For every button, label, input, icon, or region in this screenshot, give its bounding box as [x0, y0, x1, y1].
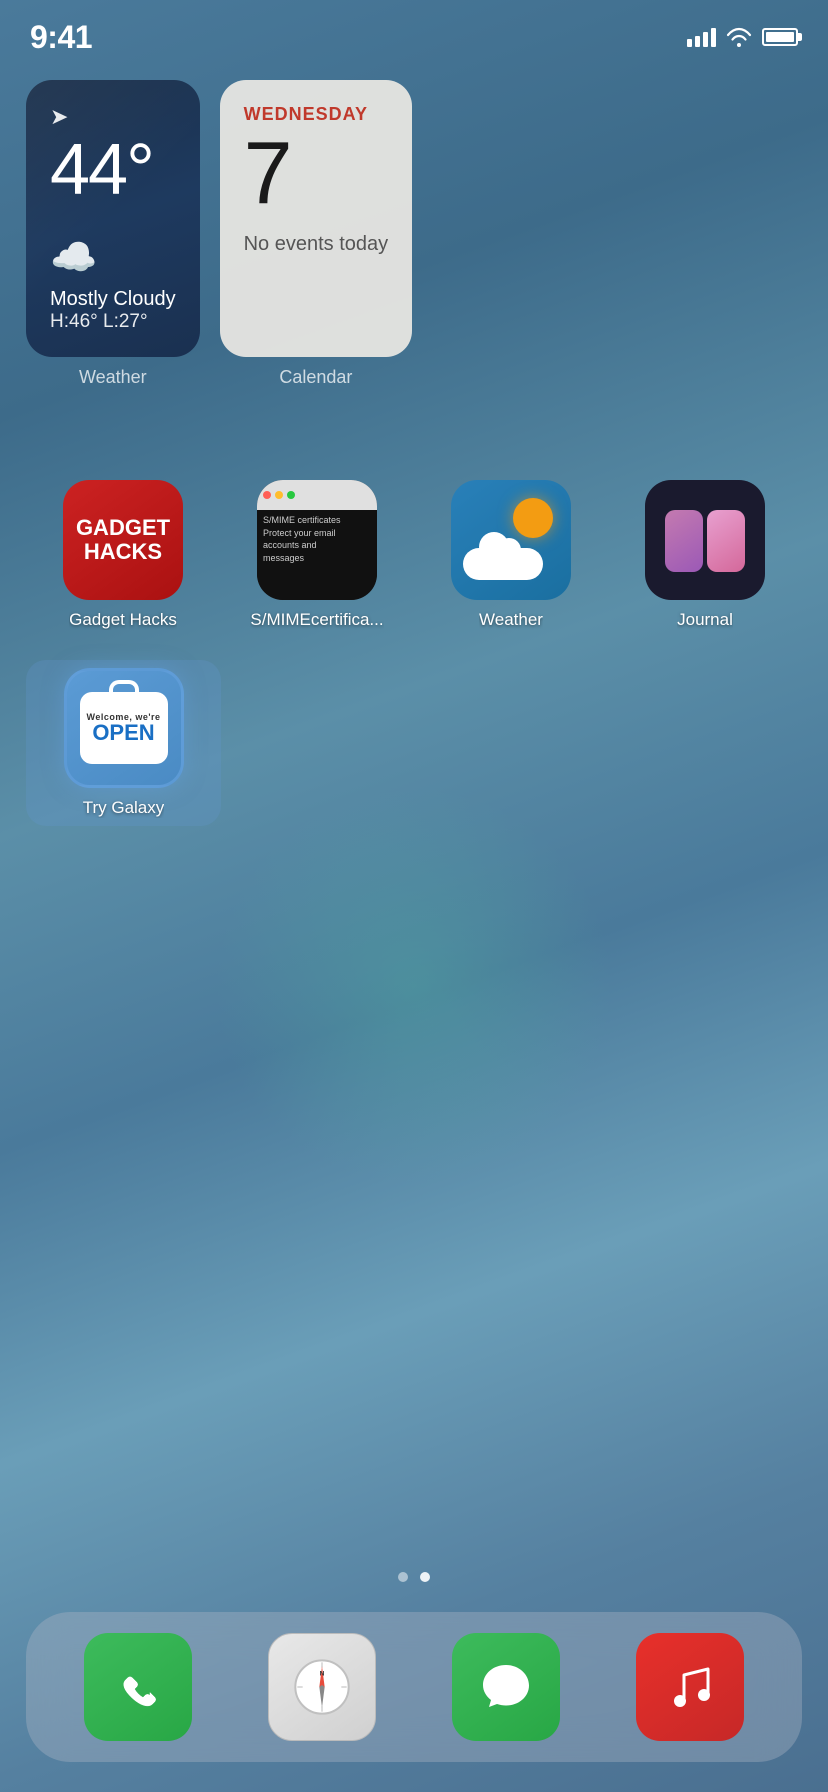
app-icon-gadget-hacks: GADGET HACKS	[63, 480, 183, 600]
signal-icon	[687, 27, 716, 47]
app-row-2: Welcome, we're OPEN Try Galaxy	[26, 660, 802, 848]
dock-item-music[interactable]	[636, 1633, 744, 1741]
music-icon	[660, 1657, 720, 1717]
location-icon: ➤	[50, 104, 176, 130]
app-icon-journal	[645, 480, 765, 600]
calendar-widget[interactable]: WEDNESDAY 7 No events today	[220, 80, 413, 357]
app-item-journal[interactable]: Journal	[608, 480, 802, 630]
wifi-icon	[726, 27, 752, 47]
app-item-smime[interactable]: S/MIME certificatesProtect your email ac…	[220, 480, 414, 630]
widgets-row: ➤ 44° ☁️ Mostly Cloudy H:46° L:27° Weath…	[26, 80, 802, 388]
weather-condition: Mostly Cloudy	[50, 288, 176, 311]
calendar-widget-label: Calendar	[220, 367, 413, 388]
weather-widget[interactable]: ➤ 44° ☁️ Mostly Cloudy H:46° L:27°	[26, 80, 200, 357]
app-label-smime: S/MIMEcertifica...	[250, 610, 383, 630]
battery-icon	[762, 28, 798, 46]
app-item-try-galaxy[interactable]: Welcome, we're OPEN Try Galaxy	[26, 660, 221, 826]
calendar-widget-wrapper: WEDNESDAY 7 No events today Calendar	[220, 80, 413, 388]
status-icons	[687, 27, 798, 47]
status-time: 9:41	[30, 19, 92, 56]
app-item-weather[interactable]: Weather	[414, 480, 608, 630]
app-icon-smime: S/MIME certificatesProtect your email ac…	[257, 480, 377, 600]
app-label-gadget-hacks: Gadget Hacks	[69, 610, 177, 630]
app-label-weather: Weather	[479, 610, 543, 630]
weather-high-low: H:46° L:27°	[50, 311, 176, 333]
messages-icon	[476, 1657, 536, 1717]
phone-icon	[108, 1657, 168, 1717]
app-item-gadget-hacks[interactable]: GADGET HACKS Gadget Hacks	[26, 480, 220, 630]
safari-compass-icon: N	[292, 1657, 352, 1717]
dock-icon-safari: N	[268, 1633, 376, 1741]
dock: N	[26, 1612, 802, 1762]
weather-temperature: 44°	[50, 134, 176, 206]
status-bar: 9:41	[0, 0, 828, 60]
page-dots	[398, 1572, 430, 1582]
dock-icon-music	[636, 1633, 744, 1741]
app-label-journal: Journal	[677, 610, 733, 630]
calendar-date: 7	[244, 129, 389, 217]
page-dot-2[interactable]	[420, 1572, 430, 1582]
weather-widget-label: Weather	[26, 367, 200, 388]
calendar-no-events: No events today	[244, 233, 389, 256]
dock-item-safari[interactable]: N	[268, 1633, 376, 1741]
page-dot-1[interactable]	[398, 1572, 408, 1582]
dock-icon-messages	[452, 1633, 560, 1741]
app-grid: GADGET HACKS Gadget Hacks S/MIME certifi…	[26, 480, 802, 848]
calendar-day-name: WEDNESDAY	[244, 104, 389, 125]
app-icon-weather	[451, 480, 571, 600]
dock-icon-phone	[84, 1633, 192, 1741]
app-row-1: GADGET HACKS Gadget Hacks S/MIME certifi…	[26, 480, 802, 660]
svg-text:N: N	[320, 1671, 325, 1678]
weather-widget-wrapper: ➤ 44° ☁️ Mostly Cloudy H:46° L:27° Weath…	[26, 80, 200, 388]
dock-item-phone[interactable]	[84, 1633, 192, 1741]
app-label-try-galaxy: Try Galaxy	[83, 798, 165, 818]
app-icon-try-galaxy: Welcome, we're OPEN	[64, 668, 184, 788]
cloud-icon: ☁️	[50, 236, 176, 280]
dock-item-messages[interactable]	[452, 1633, 560, 1741]
